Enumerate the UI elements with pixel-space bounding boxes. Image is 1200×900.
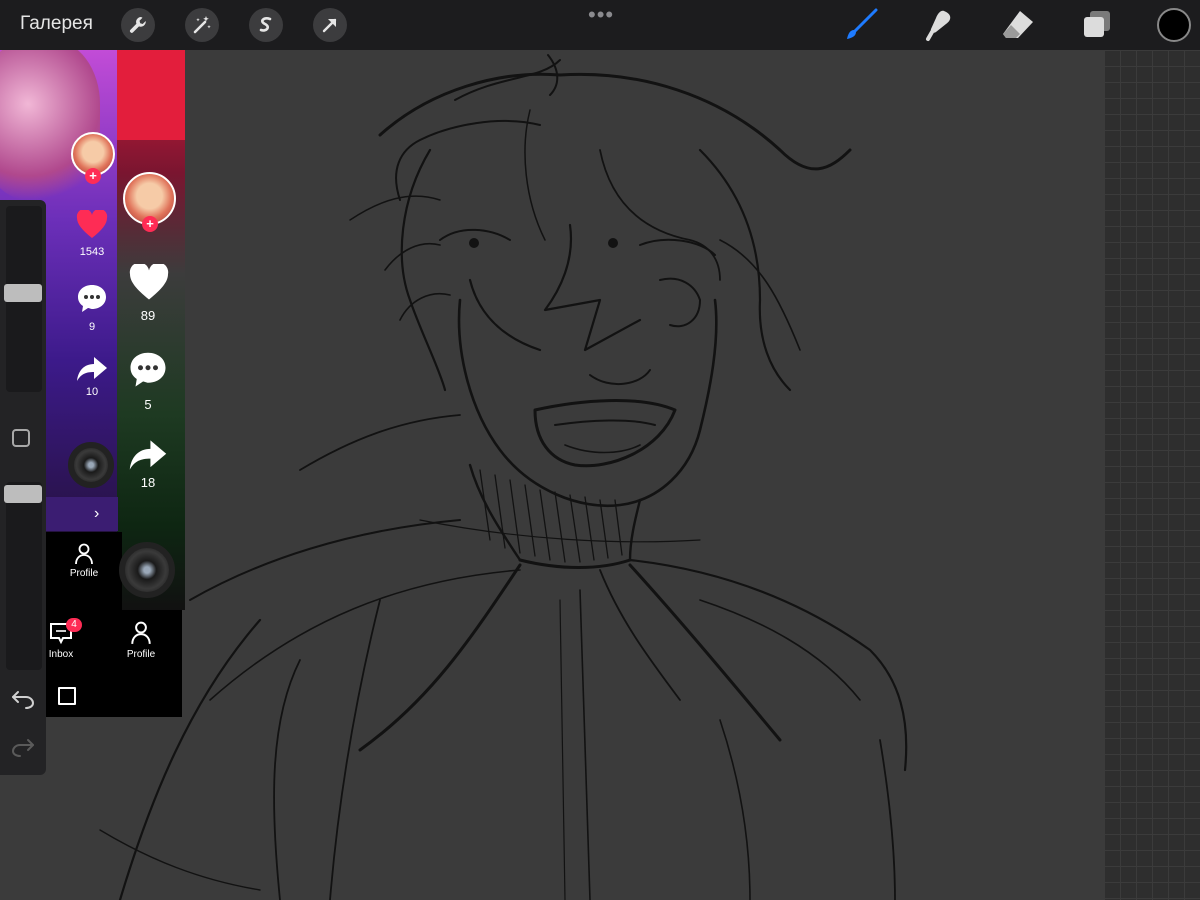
profile-icon[interactable] — [74, 543, 94, 565]
video-overlay-right[interactable] — [117, 50, 185, 610]
transform-arrow-icon[interactable] — [313, 8, 347, 42]
color-picker-button[interactable] — [1157, 8, 1191, 42]
like-count-left: 1543 — [79, 246, 105, 258]
profile-icon-right[interactable] — [130, 621, 152, 645]
eraser-icon[interactable] — [1000, 8, 1036, 42]
more-options-icon[interactable]: ••• — [588, 2, 614, 28]
comment-count-right: 5 — [144, 397, 152, 412]
comment-count-left: 9 — [88, 321, 96, 333]
canvas-grid-background — [1104, 50, 1200, 900]
chevron-right-icon[interactable]: › — [94, 505, 99, 523]
nav-inbox-label: Inbox — [48, 649, 74, 660]
redo-icon[interactable] — [10, 736, 36, 758]
like-heart-icon[interactable] — [76, 210, 108, 240]
magic-wand-icon[interactable] — [185, 8, 219, 42]
nav-profile-label-left: Profile — [69, 568, 99, 579]
undo-icon[interactable] — [10, 688, 36, 710]
follow-plus-icon[interactable]: + — [85, 168, 101, 184]
wrench-icon[interactable] — [121, 8, 155, 42]
share-arrow-icon-right[interactable] — [128, 438, 168, 472]
follow-plus-icon-right[interactable]: + — [142, 216, 158, 232]
like-count-right: 89 — [140, 308, 156, 323]
square-button-icon[interactable] — [58, 687, 76, 705]
modifier-button[interactable] — [12, 429, 30, 447]
comment-bubble-icon-right[interactable] — [128, 350, 168, 388]
music-disc-icon-right[interactable] — [119, 542, 175, 598]
opacity-handle[interactable] — [4, 485, 42, 503]
video-thumbnail-top — [117, 50, 185, 140]
music-disc-icon[interactable] — [68, 442, 114, 488]
share-count-left: 10 — [85, 386, 99, 398]
gallery-button[interactable]: Галерея — [20, 13, 93, 35]
smudge-icon[interactable] — [922, 8, 958, 42]
layers-icon[interactable] — [1080, 8, 1114, 42]
share-count-right: 18 — [140, 475, 156, 490]
brush-size-handle[interactable] — [4, 284, 42, 302]
opacity-slider[interactable] — [6, 482, 42, 670]
inbox-badge: 4 — [66, 618, 82, 632]
share-arrow-icon[interactable] — [76, 355, 108, 383]
comment-bubble-icon[interactable] — [76, 283, 108, 313]
brush-icon[interactable] — [842, 8, 882, 42]
nav-profile-label-right: Profile — [126, 649, 156, 660]
like-heart-icon-right[interactable] — [128, 264, 170, 302]
top-toolbar: Галерея ••• — [0, 0, 1200, 50]
selection-icon[interactable] — [249, 8, 283, 42]
